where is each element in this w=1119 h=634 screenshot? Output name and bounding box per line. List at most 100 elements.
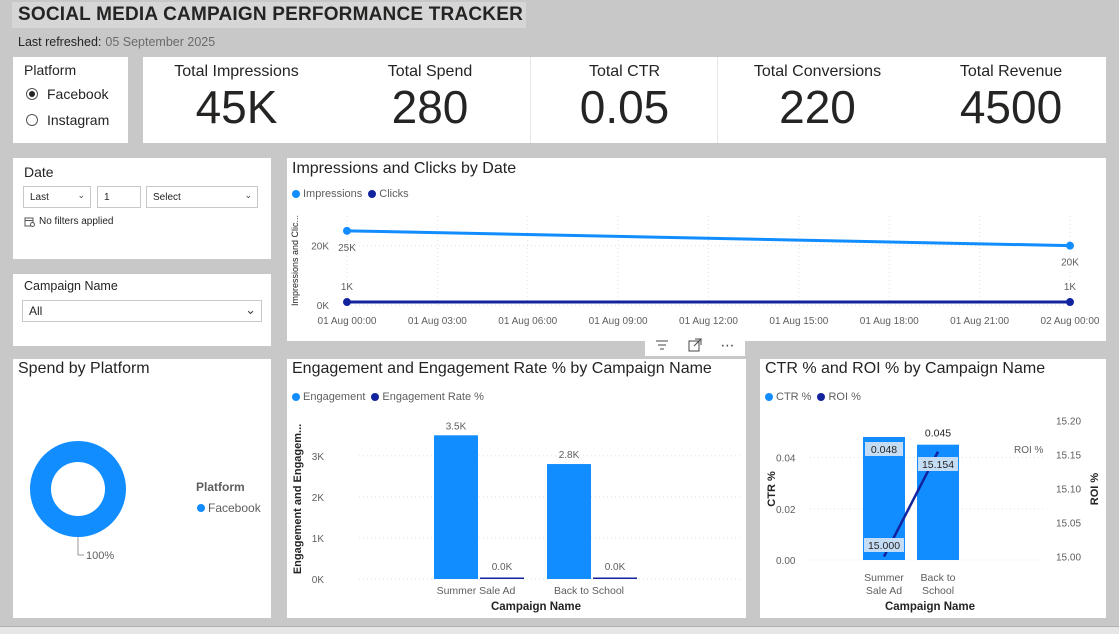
filter-status-text: No filters applied [39,216,114,227]
campaign-dropdown[interactable]: All ⌄ [22,300,262,322]
data-label: 15.000 [868,540,900,552]
data-label: 3.5K [446,421,467,432]
x-tick-label: Back to [920,572,955,584]
dropdown-value: Last [30,191,49,203]
kpi-total-revenue: Total Revenue 4500 [916,57,1106,143]
chevron-down-icon: ⌄ [245,302,256,317]
chevron-down-icon: ⌄ [77,190,85,200]
line-chart-plot: 01 Aug 00:00 01 Aug 03:00 01 Aug 06:00 01 A… [290,215,1100,327]
y-axis-title: Impressions and Clic... [290,215,300,306]
x-tick-label: Sale Ad [866,585,902,597]
y-tick-label: 3K [312,452,325,463]
y-tick-label: 0.02 [776,505,796,516]
campaign-slicer-title: Campaign Name [24,279,118,293]
bar [434,435,478,579]
y-tick-label: 0K [312,575,325,586]
chevron-down-icon: ⌄ [244,190,252,200]
y-tick-label: 20K [311,242,329,253]
x-tick-label: 02 Aug 00:00 [1041,316,1100,327]
y-tick-label: 1K [312,534,325,545]
y2-tick-label: 15.15 [1056,450,1081,461]
campaign-slicer: Campaign Name All ⌄ [13,274,271,346]
x-tick-label: 01 Aug 18:00 [860,316,919,327]
x-tick-label: 01 Aug 21:00 [950,316,1009,327]
data-label: 1K [1064,282,1077,293]
date-count-input[interactable]: 1 [97,186,141,208]
x-tick-label: 01 Aug 03:00 [408,316,467,327]
combo-chart-plot: 0.00 0.02 0.04 15.00 15.05 15.10 15.15 15.20 ROI… [766,416,1101,613]
x-tick-label: 01 Aug 12:00 [679,316,738,327]
kpi-value: 280 [391,81,469,133]
y2-tick-label: 15.20 [1056,416,1081,427]
bar [593,577,637,579]
x-tick-label: Back to School [554,585,624,597]
slice-leader-line [77,537,84,556]
kpi-total-impressions: Total Impressions 45K [143,57,330,143]
input-value: 1 [104,191,110,203]
page-title: SOCIAL MEDIA CAMPAIGN PERFORMANCE TRACKE… [18,4,524,25]
chart-legend: Facebook [197,501,267,515]
ctr-roi-chart: CTR % and ROI % by Campaign Name CTR % R… [760,359,1106,618]
bar [480,577,524,579]
kpi-value: 0.05 [579,81,670,133]
x-tick-label: School [922,585,954,597]
page-tab-strip [0,626,1119,634]
date-relative-dropdown[interactable]: Last ⌄ [23,186,91,208]
legend-item[interactable]: Facebook [197,501,261,515]
y-tick-label: 0.00 [776,556,796,567]
platform-option-label: Instagram [47,112,110,128]
x-tick-label: 01 Aug 06:00 [498,316,557,327]
date-filter-status: No filters applied [24,216,113,227]
date-unit-dropdown[interactable]: Select ⌄ [146,186,258,208]
data-label: 0.0K [605,562,626,573]
y-tick-label: 2K [312,493,325,504]
legend-dot-icon [197,504,205,512]
bar [547,464,591,579]
filter-icon[interactable] [655,339,669,351]
radio-empty-icon[interactable] [26,114,38,126]
platform-option-facebook[interactable]: Facebook [26,83,109,105]
x-axis-title: Campaign Name [885,601,975,613]
kpi-divider [717,57,718,143]
kpi-label: Total Revenue [959,63,1063,80]
kpi-label: Total CTR [588,63,661,80]
y2-axis-title: ROI % [1089,473,1101,506]
visual-header-toolbar: ⋯ [645,334,745,356]
y-axis-title: CTR % [766,471,778,507]
y-axis-title: Engagement and Engagem... [292,424,304,574]
data-label: 2.8K [559,450,580,461]
pie-slice [30,441,126,537]
data-label: 100% [86,550,114,562]
data-label: 0.045 [925,428,951,440]
y2-tick-label: 15.05 [1056,519,1081,530]
date-slicer-title: Date [24,164,54,180]
kpi-label: Total Impressions [174,63,299,80]
refresh-date: 05 September 2025 [105,35,216,49]
kpi-value: 4500 [959,81,1063,133]
y2-tick-label: 15.10 [1056,485,1081,496]
data-label: 1K [341,282,354,293]
data-point [1066,241,1074,250]
series-line [346,229,1071,248]
last-refreshed: Last refreshed: 05 September 2025 [18,35,215,49]
data-label: 0.0K [492,562,513,573]
kpi-total-conversions: Total Conversions 220 [719,57,916,143]
x-axis-title: Campaign Name [491,601,581,613]
more-options-icon[interactable]: ⋯ [721,337,736,354]
refresh-label: Last refreshed: [18,35,102,49]
data-point [343,298,351,307]
dropdown-value: All [29,304,43,318]
calendar-filter-icon [24,217,35,227]
data-point [343,226,351,235]
bar-chart-plot: 0K 1K 2K 3K Engagement and Engagem... 3.5K 0.0… [292,421,741,613]
date-slicer: Date Last ⌄ 1 Select ⌄ No filters applied [13,158,271,259]
platform-option-instagram[interactable]: Instagram [26,109,109,131]
dropdown-placeholder: Select [153,191,181,203]
focus-mode-icon[interactable] [688,338,702,352]
engagement-chart: Engagement and Engagement Rate % by Camp… [287,359,746,618]
impressions-clicks-chart: Impressions and Clicks by Date Impressio… [287,158,1106,341]
data-point [1066,298,1074,307]
radio-selected-icon[interactable] [26,88,38,100]
kpi-value: 220 [779,81,856,133]
platform-slicer-title: Platform [24,62,77,78]
